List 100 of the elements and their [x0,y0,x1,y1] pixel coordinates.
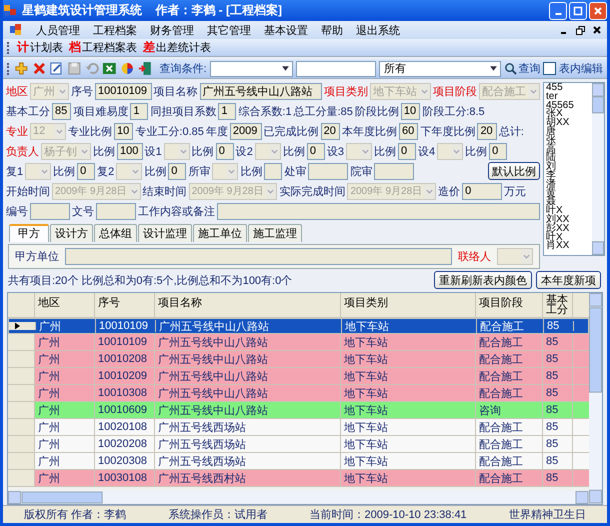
dropdown[interactable] [497,248,533,265]
action-button[interactable]: 本年度新项 [536,271,601,289]
input-field[interactable]: 10010109 [95,82,152,100]
input-field[interactable]: 10 [114,122,134,140]
input-field[interactable]: 20 [320,122,340,140]
report-button[interactable]: 档工程档案表 [69,39,137,56]
input-field[interactable] [96,202,136,220]
table-row[interactable]: 广州 10010109 广州五号线中山八路站 地下车站 配合施工 85 [8,334,589,351]
scrollbar[interactable] [589,293,602,504]
column-header[interactable]: 基本工分 [543,293,573,317]
tab[interactable]: 甲方 [9,224,49,242]
column-header[interactable]: 项目名称 [155,293,341,317]
column-header[interactable]: 地区 [35,293,95,317]
menu-item[interactable]: 退出系统 [356,22,400,38]
menu-item[interactable]: 基本设置 [264,22,308,38]
spreadsheet-icon[interactable] [102,61,118,76]
input-field[interactable]: 2009 [230,122,262,140]
list-item[interactable]: 肖XX [546,242,590,252]
tab[interactable]: 设计监理 [138,224,192,242]
search-button[interactable]: 查询 [504,61,540,76]
query-input[interactable] [296,60,376,76]
menu-item[interactable]: 财务管理 [150,22,194,38]
delete-icon[interactable] [32,61,46,76]
undo-icon[interactable] [84,61,100,76]
list-item[interactable]: 张 [546,136,590,146]
dropdown[interactable] [25,162,52,180]
column-header[interactable]: 项目类别 [341,293,476,317]
input-field[interactable]: 10 [400,102,420,120]
list-item[interactable]: 潘 [546,180,590,190]
input-field[interactable] [217,202,540,220]
table-edit-checkbox[interactable] [543,62,556,75]
default-ratio-button[interactable]: 默认比例 [488,162,540,180]
chart-icon[interactable] [120,61,135,76]
input-field[interactable]: 0 [168,162,186,180]
list-item[interactable]: 叶X [546,234,590,242]
exit-door-icon[interactable] [138,61,152,76]
input-field[interactable]: 广州五号线中山八路站 [200,82,322,100]
menu-item[interactable]: 工程档案 [93,22,137,38]
dropdown[interactable] [212,162,238,180]
input-field[interactable]: 1 [218,102,236,120]
scope-dropdown[interactable]: 所有 [378,60,502,76]
input-field[interactable] [65,248,452,265]
table-row[interactable]: 广州 10020308 广州五号线西场站 地下车站 配合施工 85 [8,453,589,470]
close-icon[interactable] [593,26,601,34]
report-button[interactable]: 差出差统计表 [143,39,211,56]
dropdown[interactable] [164,142,190,160]
list-item[interactable]: 唐 [546,128,590,137]
scrollbar[interactable] [592,83,604,255]
list-item[interactable]: 李 [546,172,590,181]
save-icon[interactable] [67,61,82,76]
list-item[interactable]: 刘 [546,163,590,172]
tab[interactable]: 总体组 [94,224,137,242]
input-field[interactable]: 20 [477,122,497,140]
input-field[interactable] [308,162,348,180]
table-row[interactable]: 广州 10010109 广州五号线中山八路站 地下车站 配合施工 85 [8,318,589,334]
input-field[interactable]: 0 [398,142,416,160]
report-button[interactable]: 计计划表 [17,39,63,56]
list-item[interactable]: 彭XX [546,224,590,234]
list-item[interactable]: 刘XX [546,216,590,225]
list-item[interactable]: 455 [546,84,590,93]
query-field-dropdown[interactable] [210,60,293,76]
table-row[interactable]: 广州 10010209 广州五号线中山八路站 地下车站 配合施工 85 [8,368,589,385]
input-field[interactable]: 0 [216,142,234,160]
table-row[interactable]: 广州 10020208 广州五号线西场站 地下车站 配合施工 85 [8,436,589,453]
table-row[interactable]: 广州 10020108 广州五号线西场站 地下车站 配合施工 85 [8,419,589,436]
action-button[interactable]: 重新刷新表内颜色 [434,271,532,289]
column-header[interactable]: 项目阶段 [476,293,543,317]
add-icon[interactable] [14,61,29,76]
table-row[interactable]: 广州 10010308 广州五号线中山八路站 地下车站 配合施工 85 [8,385,589,402]
input-field[interactable] [30,202,70,220]
input-field[interactable] [374,162,414,180]
input-field[interactable]: 60 [399,122,418,140]
input-field[interactable] [264,162,282,180]
input-field[interactable]: 100 [117,142,143,160]
dropdown[interactable] [254,142,281,160]
minimize-button[interactable] [549,2,567,20]
menu-item[interactable]: 帮助 [321,22,343,38]
tab[interactable]: 施工单位 [193,224,247,242]
list-item[interactable]: 高 [546,146,590,154]
maximize-button[interactable] [569,2,587,20]
edit-icon[interactable] [49,61,64,76]
list-item[interactable]: ter [546,92,590,102]
dropdown[interactable] [437,142,464,160]
dropdown[interactable] [346,142,372,160]
menu-item[interactable]: 其它管理 [207,22,251,38]
tab[interactable]: 施工监理 [248,224,302,242]
scrollbar[interactable] [8,491,589,504]
input-field[interactable]: 0 [462,182,502,200]
dropdown[interactable] [116,162,142,180]
table-row[interactable]: 广州 10010609 广州五号线中山八路站 地下车站 咨询 85 [8,402,589,419]
table-row[interactable]: 广州 10010208 广州五号线中山八路站 地下车站 配合施工 85 [8,351,589,368]
menu-item[interactable]: 人员管理 [36,22,80,38]
input-field[interactable]: 0 [489,142,508,160]
input-field[interactable]: 85 [52,102,72,120]
list-item[interactable]: 胡XX [546,119,590,128]
list-item[interactable]: 黄 [546,190,590,198]
input-field[interactable]: 0 [306,142,325,160]
input-field[interactable]: 1 [130,102,148,120]
column-header[interactable]: 序号 [95,293,155,317]
input-field[interactable]: 0 [77,162,96,180]
